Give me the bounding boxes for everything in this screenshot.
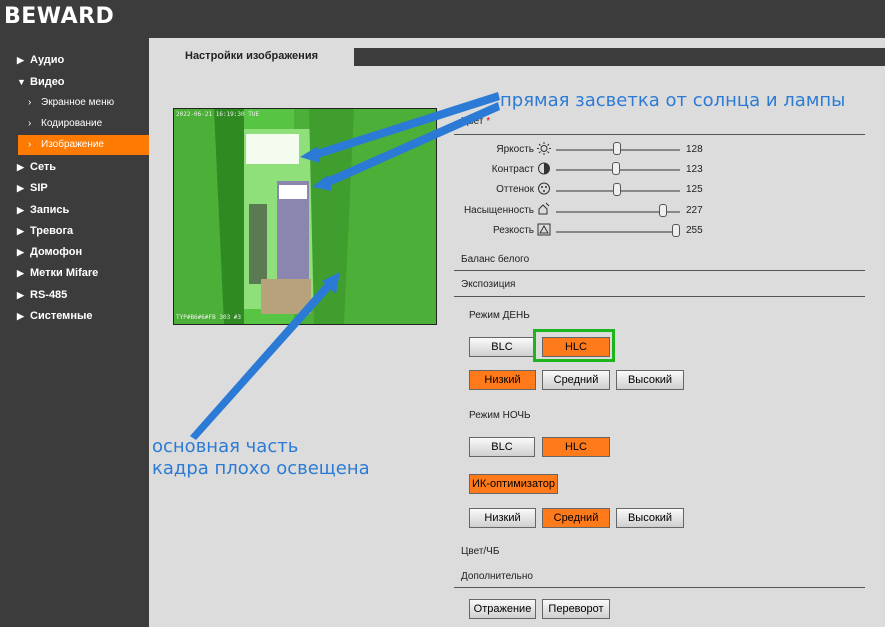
annotation-underexposed-line1: основная часть [152,436,299,457]
annotation-overexposure: прямая засветка от солнца и лампы [500,90,846,111]
arrow-to-dark-area [190,280,334,440]
annotation-underexposed-line2: кадра плохо освещена [152,458,370,479]
